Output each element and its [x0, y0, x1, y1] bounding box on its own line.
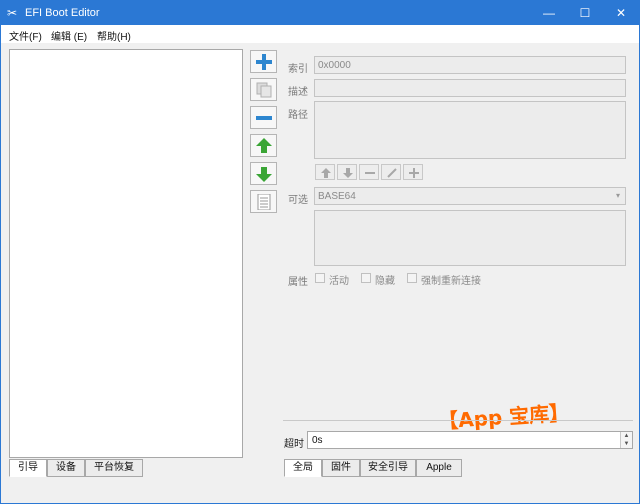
- hidden-label: 隐藏: [375, 276, 395, 287]
- path-field[interactable]: [314, 101, 626, 159]
- window-title: EFI Boot Editor: [25, 7, 100, 19]
- timeout-spinner[interactable]: ▲ ▼: [620, 432, 632, 448]
- copy-icon: [256, 82, 272, 98]
- optional-format-value: BASE64: [318, 191, 356, 202]
- edit-icon: [387, 168, 397, 178]
- index-field[interactable]: 0x0000: [314, 56, 626, 74]
- menu-help[interactable]: 帮助(H): [97, 28, 131, 43]
- attributes-label: 属性: [288, 277, 308, 288]
- hidden-checkbox[interactable]: [361, 273, 371, 283]
- tab-platform-recovery[interactable]: 平台恢复: [85, 459, 143, 477]
- minimize-button[interactable]: —: [531, 1, 567, 25]
- arrow-up-icon: [321, 168, 331, 178]
- remove-icon: [256, 116, 272, 120]
- timeout-input[interactable]: 0s ▲ ▼: [307, 431, 633, 449]
- index-label: 索引: [288, 64, 308, 75]
- menu-edit[interactable]: 编辑 (E): [51, 28, 87, 43]
- optional-data-field[interactable]: [314, 210, 626, 266]
- title-bar: ✂ EFI Boot Editor — ☐ ✕: [1, 1, 639, 25]
- path-move-down-button[interactable]: [337, 164, 357, 180]
- boot-entry-list[interactable]: [9, 49, 243, 458]
- arrow-down-icon: [343, 168, 353, 178]
- maximize-button[interactable]: ☐: [567, 1, 603, 25]
- remove-entry-button[interactable]: [250, 106, 277, 129]
- move-up-icon: [256, 138, 272, 153]
- timeout-label: 超时: [284, 439, 304, 450]
- tab-global[interactable]: 全局: [284, 459, 322, 477]
- plus-icon: [409, 168, 419, 178]
- active-label: 活动: [329, 276, 349, 287]
- tab-apple[interactable]: Apple: [416, 459, 462, 477]
- details-button[interactable]: [250, 190, 277, 213]
- move-up-button[interactable]: [250, 134, 277, 157]
- timeout-value: 0s: [312, 435, 323, 446]
- move-down-button[interactable]: [250, 162, 277, 185]
- active-checkbox[interactable]: [315, 273, 325, 283]
- app-tools-icon: ✂: [7, 6, 18, 20]
- description-field[interactable]: [314, 79, 626, 97]
- tab-boot[interactable]: 引导: [9, 459, 47, 477]
- menu-bar: 文件(F) 编辑 (E) 帮助(H): [1, 25, 639, 43]
- tab-firmware[interactable]: 固件: [322, 459, 360, 477]
- description-label: 描述: [288, 87, 308, 98]
- add-entry-button[interactable]: [250, 50, 277, 73]
- close-button[interactable]: ✕: [603, 1, 639, 25]
- watermark-logo: 【App 宝库】: [437, 400, 570, 434]
- chevron-down-icon: ▾: [615, 191, 620, 200]
- minus-icon: [365, 172, 375, 174]
- document-icon: [257, 194, 271, 210]
- add-icon: [256, 54, 272, 70]
- path-edit-button[interactable]: [381, 164, 401, 180]
- path-move-up-button[interactable]: [315, 164, 335, 180]
- path-add-button[interactable]: [403, 164, 423, 180]
- app-window: ✂ EFI Boot Editor — ☐ ✕ 文件(F) 编辑 (E) 帮助(…: [0, 0, 640, 504]
- force-reconnect-checkbox[interactable]: [407, 273, 417, 283]
- move-down-icon: [256, 167, 272, 182]
- optional-format-select[interactable]: BASE64 ▾: [314, 187, 626, 205]
- path-label: 路径: [288, 110, 308, 121]
- path-remove-button[interactable]: [359, 164, 379, 180]
- optional-label: 可选: [288, 195, 308, 206]
- menu-file[interactable]: 文件(F): [9, 28, 42, 43]
- separator: [283, 420, 633, 421]
- tab-secure-boot[interactable]: 安全引导: [360, 459, 416, 477]
- duplicate-entry-button[interactable]: [250, 78, 277, 101]
- tab-devices[interactable]: 设备: [47, 459, 85, 477]
- force-reconnect-label: 强制重新连接: [421, 276, 481, 287]
